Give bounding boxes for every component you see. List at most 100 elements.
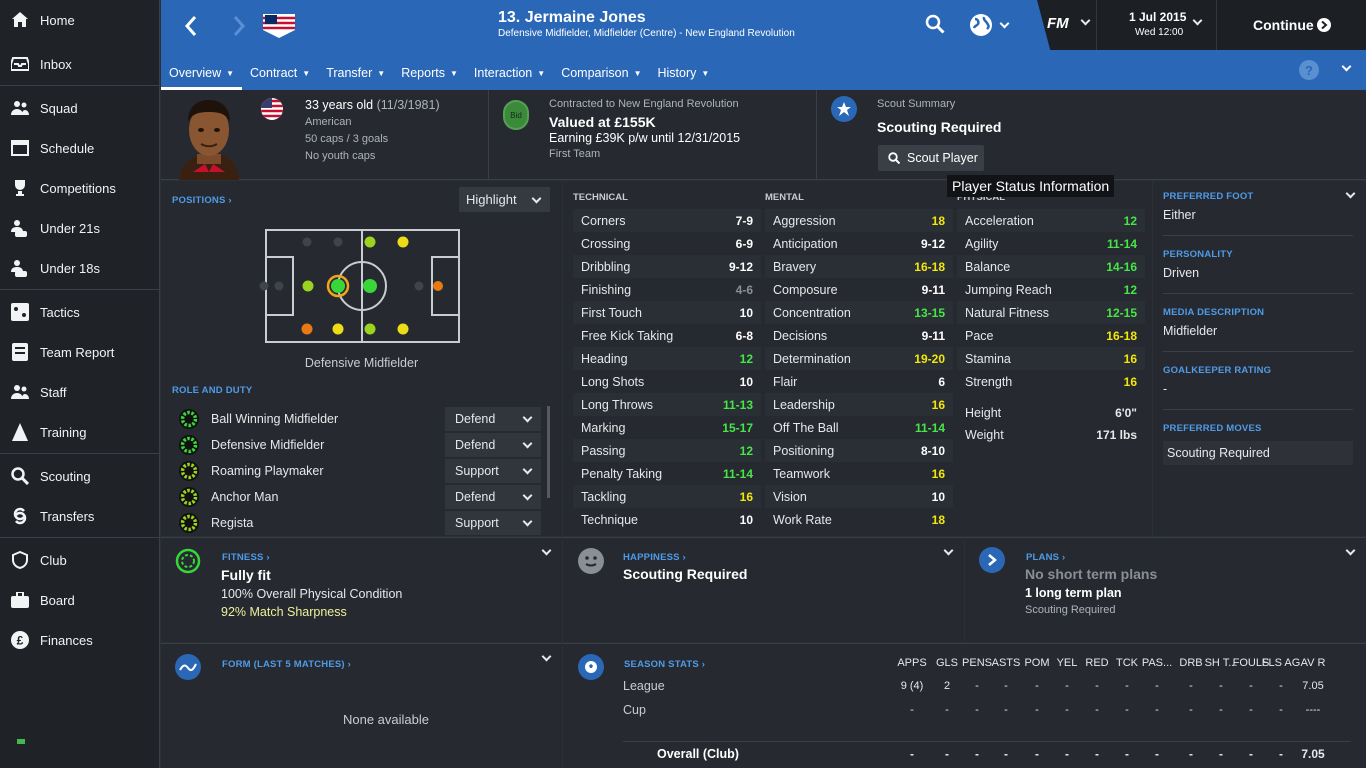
sidebar-item-team-report[interactable]: Team Report xyxy=(0,332,160,372)
attribute-row[interactable]: Dribbling 9-12 xyxy=(573,255,761,278)
date-button[interactable]: 1 Jul 2015 Wed 12:00 xyxy=(1096,0,1216,50)
trophy-icon xyxy=(10,178,30,198)
attribute-row[interactable]: Determination 19-20 xyxy=(765,347,953,370)
collapse-chevron-icon[interactable] xyxy=(1341,61,1352,72)
attribute-row[interactable]: Penalty Taking 11-14 xyxy=(573,462,761,485)
attribute-row[interactable]: Acceleration 12 xyxy=(957,209,1145,232)
attribute-row[interactable]: Flair 6 xyxy=(765,370,953,393)
happiness-title-link[interactable]: HAPPINESS › xyxy=(623,552,686,563)
role-row[interactable]: Defensive Midfielder Defend xyxy=(169,432,541,458)
role-row[interactable]: Roaming Playmaker Support xyxy=(169,458,541,484)
scout-player-button[interactable]: Scout Player xyxy=(878,145,984,171)
attribute-row[interactable]: Agility 11-14 xyxy=(957,232,1145,255)
sidebar-item-squad[interactable]: Squad xyxy=(0,88,160,128)
sidebar-item-finances[interactable]: £ Finances xyxy=(0,620,160,660)
attribute-row[interactable]: Positioning 8-10 xyxy=(765,439,953,462)
attribute-row[interactable]: Free Kick Taking 6-8 xyxy=(573,324,761,347)
collapse-chevron-icon[interactable] xyxy=(943,545,954,556)
attribute-row[interactable]: Bravery 16-18 xyxy=(765,255,953,278)
role-row[interactable]: Ball Winning Midfielder Defend xyxy=(169,406,541,432)
tab-interaction[interactable]: Interaction ▼ xyxy=(466,56,553,90)
attribute-row[interactable]: Stamina 16 xyxy=(957,347,1145,370)
sidebar-item-staff[interactable]: Staff xyxy=(0,372,160,412)
sidebar-item-under21s[interactable]: Under 21s xyxy=(0,208,160,248)
attribute-row[interactable]: Jumping Reach 12 xyxy=(957,278,1145,301)
sidebar-item-training[interactable]: Training xyxy=(0,412,160,452)
collapse-chevron-icon[interactable] xyxy=(1345,188,1356,199)
attribute-row[interactable]: Leadership 16 xyxy=(765,393,953,416)
duty-dropdown[interactable]: Defend xyxy=(445,485,541,509)
attribute-row[interactable]: Teamwork 16 xyxy=(765,462,953,485)
search-icon[interactable] xyxy=(925,14,945,39)
attribute-row[interactable]: Tackling 16 xyxy=(573,485,761,508)
help-icon[interactable]: ? xyxy=(1299,60,1319,80)
attribute-row[interactable]: Passing 12 xyxy=(573,439,761,462)
attribute-row[interactable]: Aggression 18 xyxy=(765,209,953,232)
attribute-row[interactable]: Natural Fitness 12-15 xyxy=(957,301,1145,324)
tab-contract[interactable]: Contract ▼ xyxy=(242,56,318,90)
club-badge-icon[interactable] xyxy=(261,10,297,40)
attribute-row[interactable]: Vision 10 xyxy=(765,485,953,508)
role-list-scrollbar[interactable] xyxy=(547,406,550,498)
fitness-status: Fully fit xyxy=(221,567,271,583)
sidebar-item-home[interactable]: Home xyxy=(0,0,160,40)
sidebar-item-inbox[interactable]: Inbox xyxy=(0,44,160,84)
pitch-diagram xyxy=(252,225,472,352)
plans-title-link[interactable]: PLANS › xyxy=(1026,552,1065,563)
collapse-chevron-icon[interactable] xyxy=(541,651,552,662)
collapse-chevron-icon[interactable] xyxy=(1345,545,1356,556)
world-button[interactable] xyxy=(969,13,1010,37)
duty-dropdown[interactable]: Support xyxy=(445,511,541,535)
match-sharpness: 92% Match Sharpness xyxy=(221,605,347,619)
sidebar-item-board[interactable]: Board xyxy=(0,580,160,620)
preferred-moves-title: PREFERRED MOVES xyxy=(1163,423,1262,434)
highlight-dropdown[interactable]: Highlight xyxy=(459,187,550,212)
attribute-row[interactable]: Balance 14-16 xyxy=(957,255,1145,278)
back-button[interactable] xyxy=(177,12,205,40)
attribute-row[interactable]: Off The Ball 11-14 xyxy=(765,416,953,439)
duty-dropdown[interactable]: Defend xyxy=(445,407,541,431)
attribute-row[interactable]: First Touch 10 xyxy=(573,301,761,324)
attribute-row[interactable]: Concentration 13-15 xyxy=(765,301,953,324)
attribute-row[interactable]: Composure 9-11 xyxy=(765,278,953,301)
role-row[interactable]: Anchor Man Defend xyxy=(169,484,541,510)
attribute-row[interactable]: Technique 10 xyxy=(573,508,761,531)
sidebar-item-tactics[interactable]: Tactics xyxy=(0,292,160,332)
sidebar-item-competitions[interactable]: Competitions xyxy=(0,168,160,208)
tab-overview[interactable]: Overview ▼ xyxy=(161,56,243,90)
attribute-row[interactable]: Work Rate 18 xyxy=(765,508,953,531)
sidebar-item-club[interactable]: Club xyxy=(0,540,160,580)
attribute-row[interactable]: Heading 12 xyxy=(573,347,761,370)
sidebar-item-under18s[interactable]: Under 18s xyxy=(0,248,160,288)
duty-dropdown[interactable]: Support xyxy=(445,459,541,483)
tab-comparison[interactable]: Comparison ▼ xyxy=(553,56,649,90)
attribute-row[interactable]: Pace 16-18 xyxy=(957,324,1145,347)
attribute-value: 6 xyxy=(938,374,945,389)
positions-title-link[interactable]: POSITIONS › xyxy=(172,195,232,206)
collapse-chevron-icon[interactable] xyxy=(541,545,552,556)
attribute-row[interactable]: Marking 15-17 xyxy=(573,416,761,439)
tab-history[interactable]: History ▼ xyxy=(650,56,718,90)
attribute-row[interactable]: Long Throws 11-13 xyxy=(573,393,761,416)
attribute-row[interactable]: Decisions 9-11 xyxy=(765,324,953,347)
forward-button[interactable] xyxy=(225,12,253,40)
attribute-row[interactable]: Crossing 6-9 xyxy=(573,232,761,255)
fm-menu-button[interactable]: FM xyxy=(1037,0,1097,50)
tab-reports[interactable]: Reports ▼ xyxy=(393,56,466,90)
role-row[interactable]: Regista Support xyxy=(169,510,541,536)
sidebar-item-schedule[interactable]: Schedule xyxy=(0,128,160,168)
attribute-row[interactable]: Corners 7-9 xyxy=(573,209,761,232)
sidebar-item-transfers[interactable]: Transfers xyxy=(0,496,160,536)
attribute-row[interactable]: Anticipation 9-12 xyxy=(765,232,953,255)
bid-button[interactable]: Bid xyxy=(503,100,529,130)
attribute-row[interactable]: Strength 16 xyxy=(957,370,1145,393)
continue-button[interactable]: Continue xyxy=(1216,0,1366,50)
attribute-row[interactable]: Long Shots 10 xyxy=(573,370,761,393)
fitness-title-link[interactable]: FITNESS › xyxy=(222,552,270,563)
tab-transfer[interactable]: Transfer ▼ xyxy=(318,56,393,90)
attribute-row[interactable]: Finishing 4-6 xyxy=(573,278,761,301)
sidebar-item-scouting[interactable]: Scouting xyxy=(0,456,160,496)
attribute-value: 9-12 xyxy=(728,259,753,274)
form-title-link[interactable]: FORM (LAST 5 MATCHES) › xyxy=(222,659,351,670)
duty-dropdown[interactable]: Defend xyxy=(445,433,541,457)
